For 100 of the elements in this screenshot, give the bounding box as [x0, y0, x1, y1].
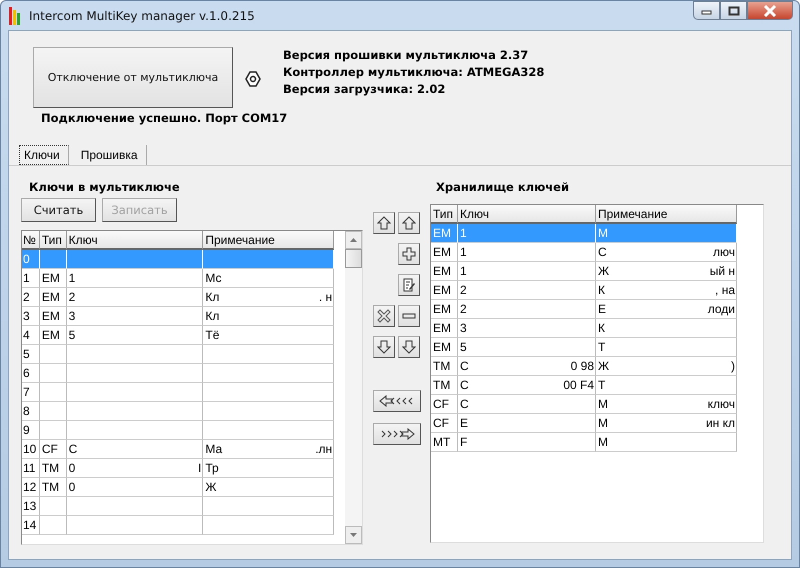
- table-row[interactable]: 2 EM 2 Кл . н: [22, 288, 334, 307]
- table-cell: 2: [22, 288, 40, 307]
- cell-text: ый н: [710, 264, 736, 278]
- table-cell: CF: [40, 440, 67, 459]
- table-row[interactable]: MT F М: [431, 433, 737, 452]
- table-cell: 12: [22, 478, 40, 497]
- cell-text: люч: [713, 245, 736, 259]
- table-cell: Тр: [203, 459, 334, 478]
- table-row[interactable]: EM 2 К , на: [431, 281, 737, 300]
- copy-right-icon: [379, 428, 415, 440]
- column-header[interactable]: Примечание: [596, 205, 737, 224]
- copy-right-button[interactable]: [373, 423, 421, 445]
- table-cell: C: [66, 440, 204, 459]
- table-row[interactable]: 8: [22, 402, 334, 421]
- move-down-button[interactable]: [398, 336, 420, 358]
- table-row[interactable]: EM 2 Е лоди: [431, 300, 737, 319]
- table-row[interactable]: CF С М ключ: [431, 395, 737, 414]
- info-text: Контроллер мультиключа: ATMEGA328: [283, 64, 544, 81]
- table-row[interactable]: EM 1 Ж ый н: [431, 262, 737, 281]
- table-cell: [40, 402, 67, 421]
- action-button[interactable]: Считать: [21, 198, 96, 222]
- cell-text: ): [731, 359, 736, 373]
- maximize-button[interactable]: [720, 1, 747, 20]
- table-row[interactable]: EM 5 Т: [431, 338, 737, 357]
- table-cell: 14: [22, 516, 40, 535]
- table-cell: EM: [40, 269, 67, 288]
- table-cell: 1: [66, 269, 204, 288]
- add-icon: [402, 247, 416, 261]
- edit-button[interactable]: [398, 274, 420, 296]
- tab[interactable]: Ключи: [19, 145, 69, 165]
- delete-button[interactable]: [373, 305, 395, 327]
- minimize-button[interactable]: [693, 1, 720, 20]
- table-row[interactable]: TM С 00 F4 Т: [431, 376, 737, 395]
- status-text: Подключение успешно. Порт COM17: [41, 111, 288, 125]
- close-button[interactable]: [747, 1, 793, 20]
- table-row[interactable]: 11 TM 0 I Тр: [22, 459, 334, 478]
- table-cell: CF: [431, 395, 458, 414]
- table-cell: 13: [22, 497, 40, 516]
- tab[interactable]: Прошивка: [76, 145, 147, 165]
- move-down-icon: [402, 340, 416, 354]
- table-row[interactable]: 1 EM 1 Мс: [22, 269, 334, 288]
- table-cell: [40, 421, 67, 440]
- table-cell: TM: [431, 376, 458, 395]
- column-header[interactable]: Ключ: [458, 205, 596, 224]
- table-row[interactable]: CF Е М ин кл: [431, 414, 737, 433]
- edit-icon: [402, 278, 416, 292]
- copy-left-button[interactable]: [373, 390, 421, 412]
- table-cell: MT: [431, 433, 458, 452]
- scrollbar[interactable]: [345, 231, 362, 544]
- cell-text: Ж: [598, 264, 610, 278]
- disconnect-button[interactable]: Отключение от мультиключа: [33, 47, 233, 108]
- column-header[interactable]: Примечание: [203, 231, 334, 250]
- table-row[interactable]: 5: [22, 345, 334, 364]
- cell-text: I: [198, 461, 202, 475]
- table-cell: 2: [458, 281, 596, 300]
- move-down-icon: [377, 340, 391, 354]
- table-row[interactable]: EM 3 К: [431, 319, 737, 338]
- table-cell: EM: [40, 288, 67, 307]
- info-text: Версия прошивки мультиключа 2.37: [283, 47, 530, 64]
- table-cell: Мс: [203, 269, 334, 288]
- table-row[interactable]: 9: [22, 421, 334, 440]
- move-down-button[interactable]: [373, 336, 395, 358]
- add-button[interactable]: [398, 243, 420, 265]
- cell-text: М: [598, 416, 608, 430]
- table-cell: 2: [458, 300, 596, 319]
- column-header[interactable]: Тип: [40, 231, 67, 250]
- move-up-button[interactable]: [398, 212, 420, 234]
- scroll-thumb[interactable]: [345, 249, 362, 268]
- table-row[interactable]: 12 TM 0 Ж: [22, 478, 334, 497]
- table-cell: F: [458, 433, 596, 452]
- cell-text: . н: [318, 290, 334, 304]
- column-header[interactable]: Тип: [431, 205, 458, 224]
- table-cell: 0: [66, 478, 204, 497]
- table-row[interactable]: 4 EM 5 Тё: [22, 326, 334, 345]
- table-cell: [40, 383, 67, 402]
- table-row[interactable]: 6: [22, 364, 334, 383]
- table-row[interactable]: 3 EM 3 Кл: [22, 307, 334, 326]
- remove-button[interactable]: [398, 305, 420, 327]
- table-cell: 6: [22, 364, 40, 383]
- table-row[interactable]: 13: [22, 497, 334, 516]
- cell-text: ин кл: [706, 416, 736, 430]
- column-header[interactable]: №: [22, 231, 40, 250]
- table-row[interactable]: 7: [22, 383, 334, 402]
- table-cell: EM: [40, 326, 67, 345]
- table-cell: Тё: [203, 326, 334, 345]
- cell-text: С: [598, 245, 607, 259]
- table-cell: EM: [431, 224, 458, 243]
- copy-left-icon: [379, 395, 415, 407]
- cell-text: Ж: [598, 359, 610, 373]
- table-cell: 1: [458, 224, 596, 243]
- move-up-button[interactable]: [373, 212, 395, 234]
- column-header[interactable]: Ключ: [66, 231, 204, 250]
- table-cell: [40, 497, 67, 516]
- table-row[interactable]: EM 1 С люч: [431, 243, 737, 262]
- cell-text: лоди: [708, 302, 736, 316]
- table-cell: 5: [66, 326, 204, 345]
- table-row[interactable]: TM С 0 98 Ж ): [431, 357, 737, 376]
- table-row[interactable]: 10 CF C Ма .лн: [22, 440, 334, 459]
- close-icon: [763, 4, 777, 16]
- table-row[interactable]: 14: [22, 516, 334, 535]
